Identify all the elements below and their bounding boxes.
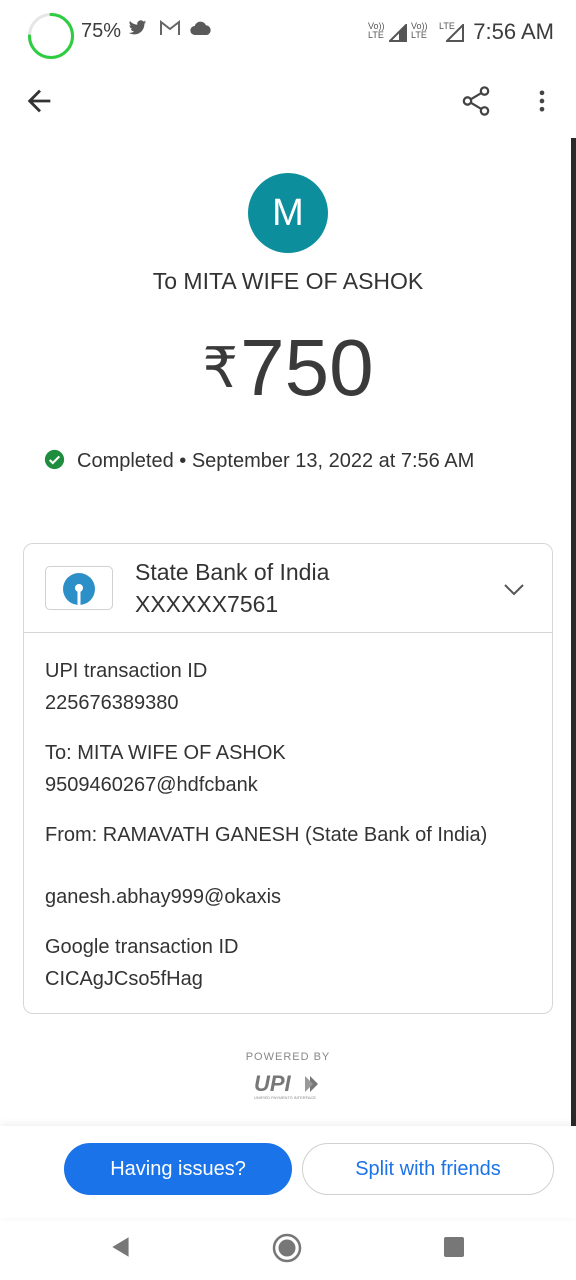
share-icon[interactable] xyxy=(459,84,493,118)
powered-by-label: POWERED BY xyxy=(245,1051,331,1063)
status-bar: 75% Vo)) LTE Vo)) LTE LTE 7:56 AM xyxy=(0,0,576,64)
split-with-friends-button[interactable]: Split with friends xyxy=(302,1143,554,1195)
amount: ₹750 xyxy=(0,322,576,414)
battery-ring-icon xyxy=(28,13,74,59)
to-label: To: MITA WIFE OF ASHOK xyxy=(45,742,286,764)
back-arrow-icon[interactable] xyxy=(22,84,56,118)
having-issues-button[interactable]: Having issues? xyxy=(64,1143,292,1195)
battery-percentage: 75% xyxy=(81,20,122,42)
clock: 7:56 AM xyxy=(473,19,554,44)
nav-back-icon[interactable] xyxy=(108,1234,134,1260)
transaction-details-card: State Bank of India XXXXXX7561 UPI trans… xyxy=(23,543,553,1014)
chevron-down-icon[interactable] xyxy=(502,577,526,601)
bank-account-number: XXXXXX7561 xyxy=(135,591,279,617)
upi-logo: UPI UNIFIED PAYMENTS INTERFACE xyxy=(254,1071,318,1100)
google-transaction-id-label: Google transaction ID xyxy=(45,936,239,958)
google-transaction-id-value: CICAgJCso5fHag xyxy=(45,968,203,990)
upi-transaction-id-label: UPI transaction ID xyxy=(45,660,208,682)
check-circle-icon xyxy=(44,449,65,470)
twitter-icon xyxy=(128,20,147,42)
signal-icon xyxy=(444,22,464,48)
bank-account-row[interactable]: State Bank of India XXXXXX7561 xyxy=(24,544,552,633)
amount-value: 750 xyxy=(240,323,374,412)
upi-transaction-id-value: 225676389380 xyxy=(45,692,179,714)
bottom-action-bar: Having issues? Split with friends xyxy=(0,1126,576,1218)
from-label: From: RAMAVATH GANESH (State Bank of Ind… xyxy=(45,824,488,846)
system-navigation-bar xyxy=(0,1218,576,1280)
bank-name: State Bank of India xyxy=(135,559,330,585)
signal-icon xyxy=(387,22,407,48)
more-vert-icon[interactable] xyxy=(528,84,556,118)
volte-lte-icon: Vo)) LTE xyxy=(368,21,385,40)
volte-lte-icon: Vo)) LTE xyxy=(411,21,428,40)
status-text: Completed • September 13, 2022 at 7:56 A… xyxy=(77,450,475,472)
from-upi-id: ganesh.abhay999@okaxis xyxy=(45,886,282,908)
to-upi-id: 9509460267@hdfcbank xyxy=(45,774,258,796)
upi-logo-text: UPI xyxy=(254,1071,292,1096)
upi-logo-subtext: UNIFIED PAYMENTS INTERFACE xyxy=(254,1095,316,1100)
avatar: M xyxy=(248,173,328,253)
cloud-icon xyxy=(190,20,212,42)
currency-symbol: ₹ xyxy=(202,336,239,399)
nav-home-icon[interactable] xyxy=(271,1232,303,1264)
app-bar xyxy=(0,70,576,130)
nav-recents-icon[interactable] xyxy=(443,1236,465,1258)
bank-logo xyxy=(45,566,113,610)
gmail-icon xyxy=(159,19,181,42)
status-line: Completed • September 13, 2022 at 7:56 A… xyxy=(44,449,564,473)
recipient-title: To MITA WIFE OF ASHOK xyxy=(152,268,424,294)
